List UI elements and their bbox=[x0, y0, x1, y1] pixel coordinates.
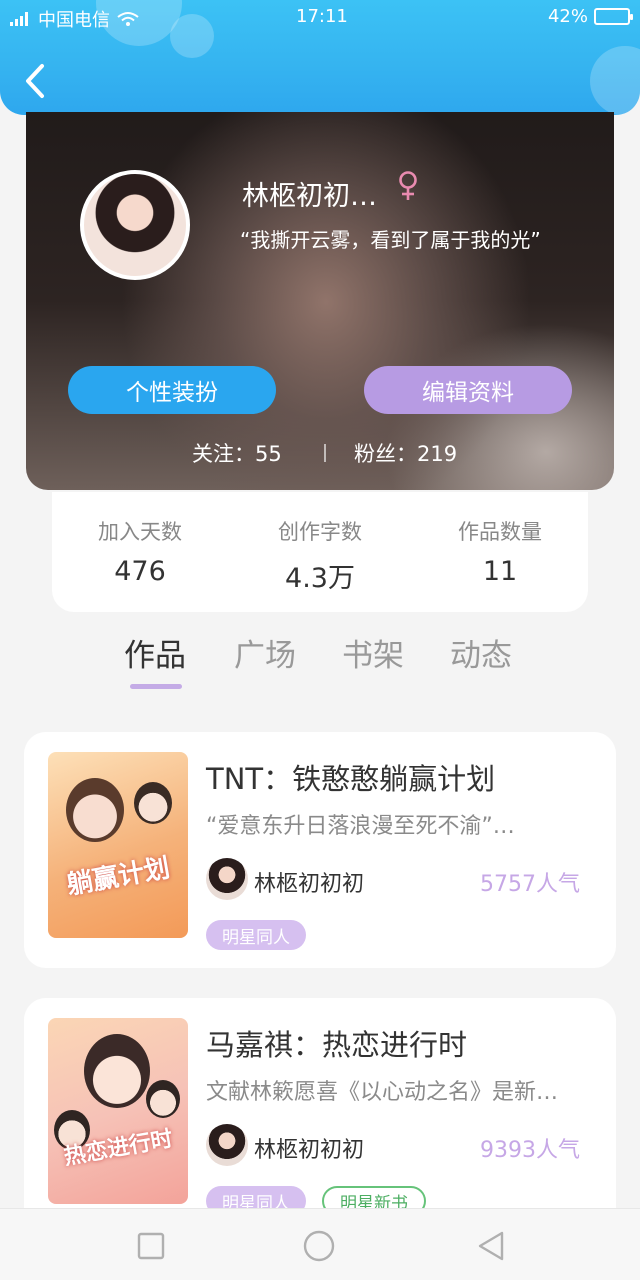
bio: “我撕开云雾，看到了属于我的光” bbox=[240, 228, 541, 252]
tag-label[interactable]: 明星同人 bbox=[206, 920, 306, 950]
book-cover[interactable]: 躺赢计划 bbox=[48, 752, 188, 938]
status-bar: 中国电信 17:11 42% bbox=[0, 6, 640, 31]
tab-works[interactable]: 作品 bbox=[124, 630, 186, 675]
username: 林柩初初… bbox=[242, 181, 377, 212]
back-icon[interactable] bbox=[474, 1229, 508, 1263]
work-description: 文献林簌愿喜《以心动之名》是新… bbox=[206, 1080, 559, 1105]
author-avatar bbox=[206, 858, 248, 900]
work-description: “爱意东升日落浪漫至死不渝”… bbox=[206, 814, 515, 839]
avatar[interactable] bbox=[80, 170, 190, 280]
battery-percent: 42% bbox=[547, 6, 588, 27]
carrier-label: 中国电信 bbox=[38, 10, 110, 31]
book-cover[interactable]: 热恋进行时 bbox=[48, 1018, 188, 1204]
divider bbox=[324, 444, 326, 462]
female-icon bbox=[399, 171, 417, 200]
cover-portrait bbox=[84, 1034, 150, 1108]
author-avatar bbox=[206, 1124, 248, 1166]
stat-join-days: 加入天数 476 bbox=[60, 516, 220, 587]
stat-word-count: 创作字数 4.3万 bbox=[240, 516, 400, 595]
stat-label: 创作字数 bbox=[278, 520, 362, 544]
wifi-icon bbox=[117, 12, 139, 26]
stat-label: 加入天数 bbox=[98, 520, 182, 544]
edit-profile-button[interactable]: 编辑资料 bbox=[364, 366, 572, 414]
top-header: 中国电信 17:11 42% bbox=[0, 0, 640, 115]
stat-works-count: 作品数量 11 bbox=[420, 516, 580, 587]
battery-icon bbox=[594, 8, 633, 25]
personalize-button[interactable]: 个性装扮 bbox=[68, 366, 276, 414]
profile-card: 林柩初初… “我撕开云雾，看到了属于我的光” 个性装扮 编辑资料 关注：55 粉… bbox=[26, 112, 614, 490]
tab-activity[interactable]: 动态 bbox=[450, 630, 512, 675]
following-count[interactable]: 关注：55 bbox=[192, 438, 282, 468]
work-card[interactable]: 躺赢计划 TNT：铁憨憨躺赢计划 “爱意东升日落浪漫至死不渝”… 林柩初初初 5… bbox=[24, 732, 616, 968]
author-name: 林柩初初初 bbox=[254, 872, 365, 897]
recent-apps-icon[interactable] bbox=[134, 1229, 168, 1263]
back-arrow-icon[interactable] bbox=[22, 62, 52, 100]
signal-icon bbox=[10, 12, 32, 26]
clock: 17:11 bbox=[296, 6, 348, 27]
tab-bar: 作品 广场 书架 动态 bbox=[0, 630, 640, 700]
home-icon[interactable] bbox=[302, 1229, 336, 1263]
popularity-count: 9393人气 bbox=[480, 1138, 580, 1163]
stat-value: 11 bbox=[482, 556, 518, 587]
stats-panel: 加入天数 476 创作字数 4.3万 作品数量 11 bbox=[52, 492, 588, 612]
cover-portrait bbox=[134, 782, 172, 824]
cover-portrait bbox=[146, 1080, 180, 1118]
tab-bookshelf[interactable]: 书架 bbox=[342, 630, 404, 675]
cover-portrait bbox=[66, 778, 124, 842]
popularity-count: 5757人气 bbox=[480, 872, 580, 897]
cover-title: 躺赢计划 bbox=[64, 853, 173, 901]
stat-value: 476 bbox=[114, 556, 166, 587]
work-title[interactable]: 马嘉祺：热恋进行时 bbox=[206, 1022, 467, 1064]
decor-bubble bbox=[590, 46, 640, 115]
stat-label: 作品数量 bbox=[458, 520, 542, 544]
active-tab-indicator bbox=[130, 684, 182, 689]
system-nav-bar bbox=[0, 1208, 640, 1280]
author-name: 林柩初初初 bbox=[254, 1138, 365, 1163]
followers-count[interactable]: 粉丝：219 bbox=[354, 438, 457, 468]
work-title[interactable]: TNT：铁憨憨躺赢计划 bbox=[206, 756, 495, 798]
tab-square[interactable]: 广场 bbox=[234, 630, 296, 675]
stat-value: 4.3万 bbox=[285, 563, 355, 594]
